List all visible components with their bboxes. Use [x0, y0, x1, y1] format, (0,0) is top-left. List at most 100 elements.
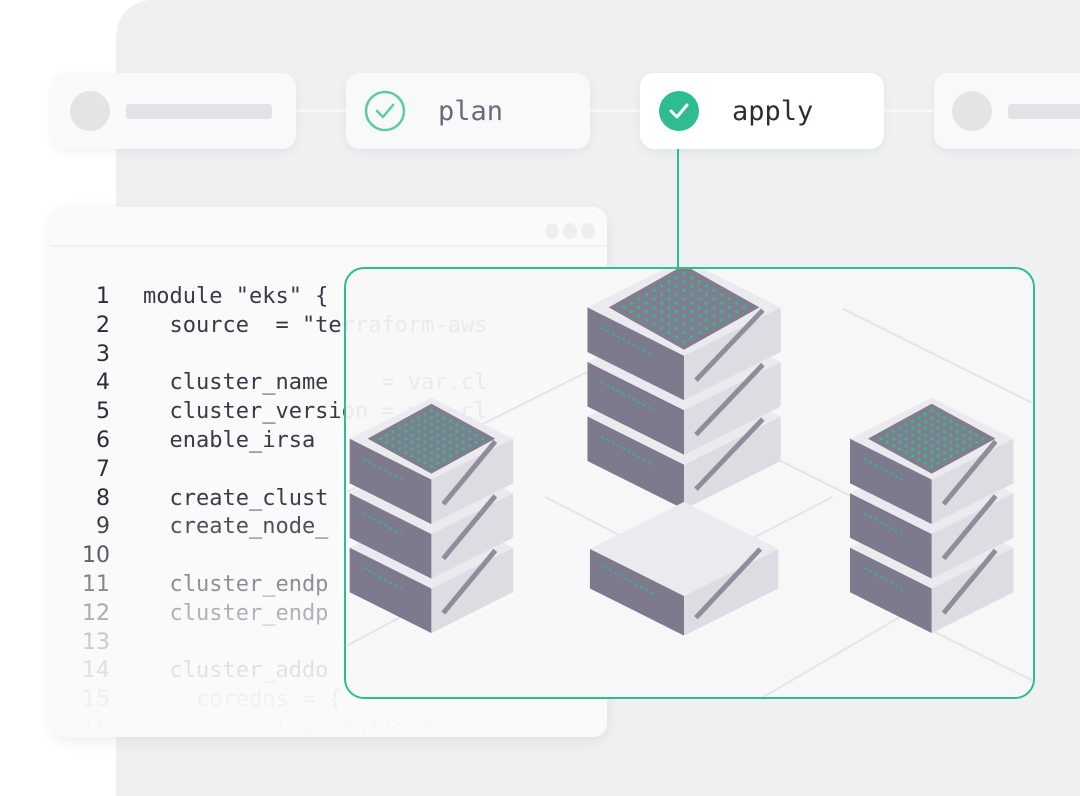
- grille-dot: [659, 318, 664, 322]
- grille-dot: [667, 297, 671, 301]
- grille-dot: [474, 440, 478, 444]
- grille-dot: [942, 451, 947, 455]
- grille-dot: [448, 454, 453, 458]
- line-number: 5: [96, 399, 110, 425]
- grille-dot: [942, 430, 947, 434]
- grille-dot: [436, 412, 440, 416]
- grille-dot: [455, 437, 459, 441]
- grille-dot: [429, 465, 433, 469]
- grille-dot: [442, 451, 446, 455]
- grille-dot: [423, 433, 427, 437]
- grille-dot: [659, 310, 664, 314]
- check-circle-filled-icon: [659, 91, 699, 131]
- grille-dot: [697, 297, 701, 301]
- grille-dot: [417, 451, 421, 455]
- grille-dot: [391, 437, 395, 441]
- line-number: 1: [96, 284, 110, 309]
- pipeline-step-plan[interactable]: plan: [346, 73, 590, 149]
- grille-dot: [429, 409, 433, 413]
- grille-dot: [936, 426, 940, 430]
- grille-dot: [659, 284, 664, 288]
- grille-dot: [930, 458, 934, 462]
- grille-dot: [705, 284, 709, 288]
- grille-dot: [436, 461, 440, 465]
- grille-dot: [429, 437, 433, 441]
- pipeline-connector: [590, 109, 640, 112]
- grille-dot: [936, 454, 940, 458]
- window-dot[interactable]: [545, 223, 559, 239]
- grille-dot: [690, 335, 694, 339]
- grille-dot: [429, 458, 433, 462]
- grille-dot: [455, 451, 459, 455]
- grille-dot: [436, 454, 440, 458]
- grille-dot: [955, 430, 959, 434]
- grille-dot: [674, 326, 679, 331]
- line-number: 3: [96, 341, 110, 367]
- grille-dot: [391, 430, 395, 434]
- grille-dot: [378, 437, 382, 441]
- grille-dot: [968, 444, 972, 448]
- grille-dot: [712, 297, 716, 301]
- grille-dot: [962, 433, 966, 437]
- grille-dot: [397, 440, 402, 444]
- grille-dot: [423, 412, 427, 416]
- grille-dot: [637, 297, 641, 301]
- grille-dot: [697, 305, 701, 309]
- grille-dot: [674, 301, 679, 305]
- grille-dot: [410, 433, 414, 437]
- grille-dot: [690, 293, 694, 297]
- grille-dot: [667, 331, 671, 335]
- grille-dot: [727, 297, 731, 301]
- grille-dot: [942, 423, 947, 427]
- pipeline-connector: [296, 109, 346, 112]
- grille-dot: [936, 433, 940, 437]
- pipeline-step-pending[interactable]: [934, 73, 1080, 149]
- grille-dot: [936, 447, 940, 451]
- grille-dot: [667, 288, 671, 293]
- grille-dot: [682, 339, 686, 343]
- grille-dot: [949, 440, 953, 444]
- grille-dot: [682, 322, 686, 326]
- grille-dot: [436, 447, 440, 451]
- grille-dot: [652, 297, 656, 301]
- grille-dot: [455, 430, 459, 434]
- server-cluster-illustration: [346, 269, 1033, 697]
- grille-dot: [652, 314, 656, 318]
- grille-dot: [705, 318, 709, 322]
- grille-dot: [674, 335, 679, 339]
- grille-dot: [652, 305, 656, 309]
- grille-dot: [942, 444, 947, 448]
- grille-dot: [898, 447, 902, 451]
- grille-dot: [923, 447, 927, 451]
- window-dot[interactable]: [563, 223, 577, 239]
- grille-dot: [949, 426, 953, 430]
- grille-dot: [423, 426, 427, 430]
- grille-dot: [417, 430, 421, 434]
- grille-dot: [923, 419, 927, 423]
- step-label: plan: [438, 95, 504, 127]
- grille-dot: [629, 310, 633, 314]
- pipeline-step-pending[interactable]: [52, 73, 296, 149]
- grille-dot: [955, 451, 959, 455]
- grille-dot: [474, 433, 478, 437]
- grille-dot: [667, 280, 671, 284]
- grille-dot: [682, 314, 686, 318]
- grille-dot: [898, 440, 902, 444]
- window-dot[interactable]: [581, 223, 595, 239]
- grille-dot: [712, 314, 716, 318]
- grille-dot: [735, 301, 739, 305]
- grille-dot: [727, 305, 731, 309]
- grille-dot: [930, 423, 934, 427]
- grille-dot: [962, 447, 966, 451]
- grille-dot: [682, 271, 686, 276]
- grille-dot: [962, 426, 966, 430]
- grille-dot: [917, 444, 921, 448]
- grille-dot: [644, 310, 648, 314]
- grille-dot: [404, 430, 408, 434]
- grille-dot: [923, 454, 927, 458]
- grille-dot: [923, 440, 927, 444]
- grille-dot: [455, 444, 459, 448]
- grille-dot: [410, 454, 414, 458]
- grille-dot: [936, 440, 940, 444]
- pipeline-step-apply[interactable]: apply: [640, 73, 884, 149]
